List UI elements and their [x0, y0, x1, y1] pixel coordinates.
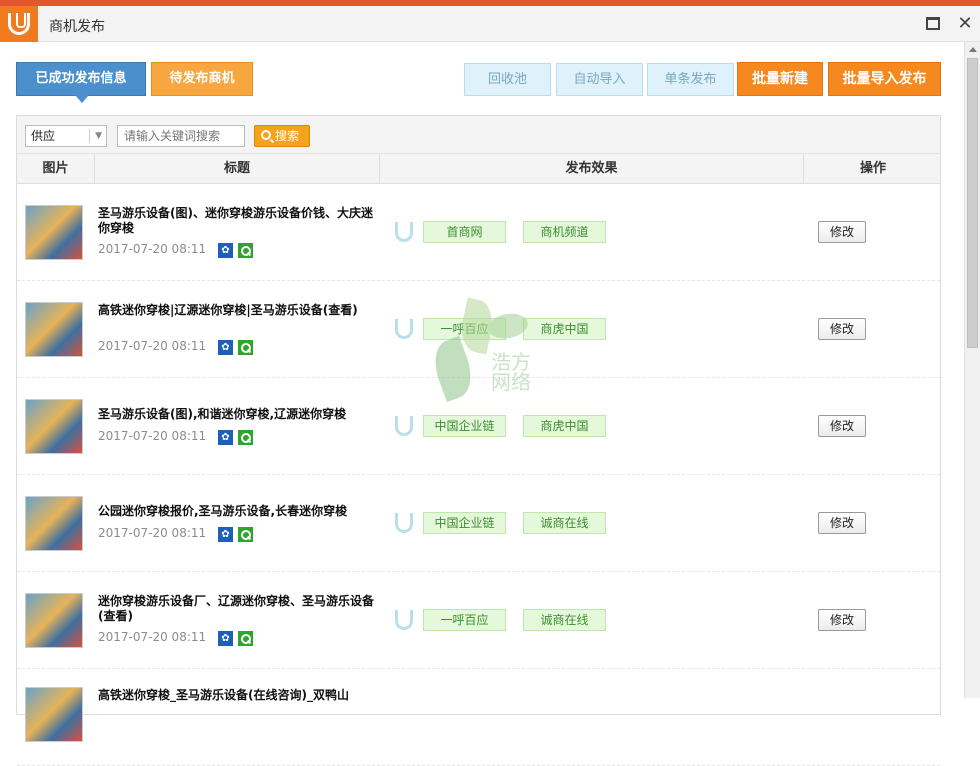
filter-bar: 供应 ▼ 搜索: [17, 116, 940, 154]
row-title[interactable]: 高铁迷你穿梭|辽源迷你穿梭|圣马游乐设备(查看): [98, 303, 378, 318]
platform-logo-icon: [395, 319, 413, 339]
search-input[interactable]: [117, 125, 245, 147]
table-header: 图片 标题 发布效果 操作: [17, 154, 940, 184]
title-bar: 商机发布 ✕: [0, 6, 980, 42]
maximize-icon: [926, 17, 940, 30]
row-date: 2017-07-20 08:11: [98, 630, 207, 644]
row-title[interactable]: 迷你穿梭游乐设备厂、辽源迷你穿梭、圣马游乐设备(查看): [98, 594, 378, 624]
table-row: 高铁迷你穿梭_圣马游乐设备(在线咨询)_双鸭山: [17, 669, 940, 766]
content-panel: 供应 ▼ 搜索 图片 标题 发布效果 操作 圣马游乐设备(图)、迷你穿梭游乐设备…: [16, 115, 941, 766]
product-thumbnail: [25, 496, 83, 551]
close-button[interactable]: ✕: [956, 15, 974, 33]
table-row: 迷你穿梭游乐设备厂、辽源迷你穿梭、圣马游乐设备(查看) 2017-07-20 0…: [17, 572, 940, 669]
platform-logo-icon: [395, 610, 413, 630]
row-title[interactable]: 圣马游乐设备(图)、迷你穿梭游乐设备价钱、大庆迷你穿梭: [98, 206, 378, 236]
vertical-scrollbar[interactable]: [964, 42, 980, 698]
product-thumbnail: [25, 399, 83, 454]
table-row: 圣马游乐设备(图),和谐迷你穿梭,辽源迷你穿梭 2017-07-20 08:11…: [17, 378, 940, 475]
product-thumbnail: [25, 205, 83, 260]
row-title[interactable]: 公园迷你穿梭报价,圣马游乐设备,长春迷你穿梭: [98, 504, 378, 519]
chevron-down-icon: ▼: [95, 131, 102, 141]
scroll-up-arrow-icon[interactable]: [969, 47, 977, 52]
site-tag[interactable]: 商机频道: [523, 221, 606, 243]
search-button-label: 搜索: [275, 129, 300, 143]
scroll-thumb[interactable]: [967, 58, 978, 348]
app-logo-icon: [0, 6, 38, 42]
column-header-action: 操作: [859, 161, 886, 176]
site-tag[interactable]: 中国企业链: [423, 415, 506, 437]
maximize-button[interactable]: [924, 15, 942, 33]
site-tag[interactable]: 诚商在线: [523, 512, 606, 534]
search-icon: [261, 130, 271, 140]
table-row: 圣马游乐设备(图)、迷你穿梭游乐设备价钱、大庆迷你穿梭 2017-07-20 0…: [17, 184, 940, 281]
search-check-icon[interactable]: [238, 430, 253, 445]
platform-logo-icon: [395, 416, 413, 436]
edit-button[interactable]: 修改: [818, 318, 866, 340]
baidu-paw-icon[interactable]: ✿: [218, 430, 233, 445]
search-check-icon[interactable]: [238, 631, 253, 646]
row-title[interactable]: 高铁迷你穿梭_圣马游乐设备(在线咨询)_双鸭山: [98, 688, 378, 703]
column-header-image: 图片: [17, 154, 95, 184]
edit-button[interactable]: 修改: [818, 221, 866, 243]
site-tag[interactable]: 中国企业链: [423, 512, 506, 534]
site-tag[interactable]: 一呼百应: [423, 609, 506, 631]
category-select-value: 供应: [31, 129, 56, 143]
table-row: 公园迷你穿梭报价,圣马游乐设备,长春迷你穿梭 2017-07-20 08:11 …: [17, 475, 940, 572]
product-thumbnail: [25, 687, 83, 742]
search-check-icon[interactable]: [238, 527, 253, 542]
baidu-paw-icon[interactable]: ✿: [218, 340, 233, 355]
site-tag[interactable]: 商虎中国: [523, 415, 606, 437]
baidu-paw-icon[interactable]: ✿: [218, 527, 233, 542]
baidu-paw-icon[interactable]: ✿: [218, 631, 233, 646]
site-tag[interactable]: 一呼百应: [423, 318, 506, 340]
platform-logo-icon: [395, 222, 413, 242]
search-check-icon[interactable]: [238, 243, 253, 258]
auto-import-button[interactable]: 自动导入: [556, 63, 643, 96]
recycle-bin-button[interactable]: 回收池: [464, 63, 551, 96]
row-date: 2017-07-20 08:11: [98, 429, 207, 443]
row-date: 2017-07-20 08:11: [98, 339, 207, 353]
batch-new-button[interactable]: 批量新建: [737, 62, 823, 96]
site-tag[interactable]: 诚商在线: [523, 609, 606, 631]
category-select[interactable]: 供应 ▼: [25, 125, 107, 147]
single-publish-button[interactable]: 单条发布: [647, 63, 734, 96]
column-header-effect: 发布效果: [380, 154, 804, 184]
row-title[interactable]: 圣马游乐设备(图),和谐迷你穿梭,辽源迷你穿梭: [98, 407, 378, 422]
table-row: 高铁迷你穿梭|辽源迷你穿梭|圣马游乐设备(查看) 2017-07-20 08:1…: [17, 281, 940, 378]
tab-pending[interactable]: 待发布商机: [151, 62, 253, 96]
edit-button[interactable]: 修改: [818, 512, 866, 534]
row-date: 2017-07-20 08:11: [98, 526, 207, 540]
search-check-icon[interactable]: [238, 340, 253, 355]
site-tag[interactable]: 商虎中国: [523, 318, 606, 340]
baidu-paw-icon[interactable]: ✿: [218, 243, 233, 258]
window-title: 商机发布: [49, 19, 105, 35]
search-button[interactable]: 搜索: [254, 125, 310, 147]
row-date: 2017-07-20 08:11: [98, 242, 207, 256]
tab-published[interactable]: 已成功发布信息: [16, 62, 146, 103]
edit-button[interactable]: 修改: [818, 415, 866, 437]
product-thumbnail: [25, 593, 83, 648]
platform-logo-icon: [395, 513, 413, 533]
product-thumbnail: [25, 302, 83, 357]
site-tag[interactable]: 首商网: [423, 221, 506, 243]
batch-import-publish-button[interactable]: 批量导入发布: [828, 62, 941, 96]
edit-button[interactable]: 修改: [818, 609, 866, 631]
column-header-title: 标题: [95, 154, 380, 184]
close-icon: ✕: [957, 13, 973, 34]
